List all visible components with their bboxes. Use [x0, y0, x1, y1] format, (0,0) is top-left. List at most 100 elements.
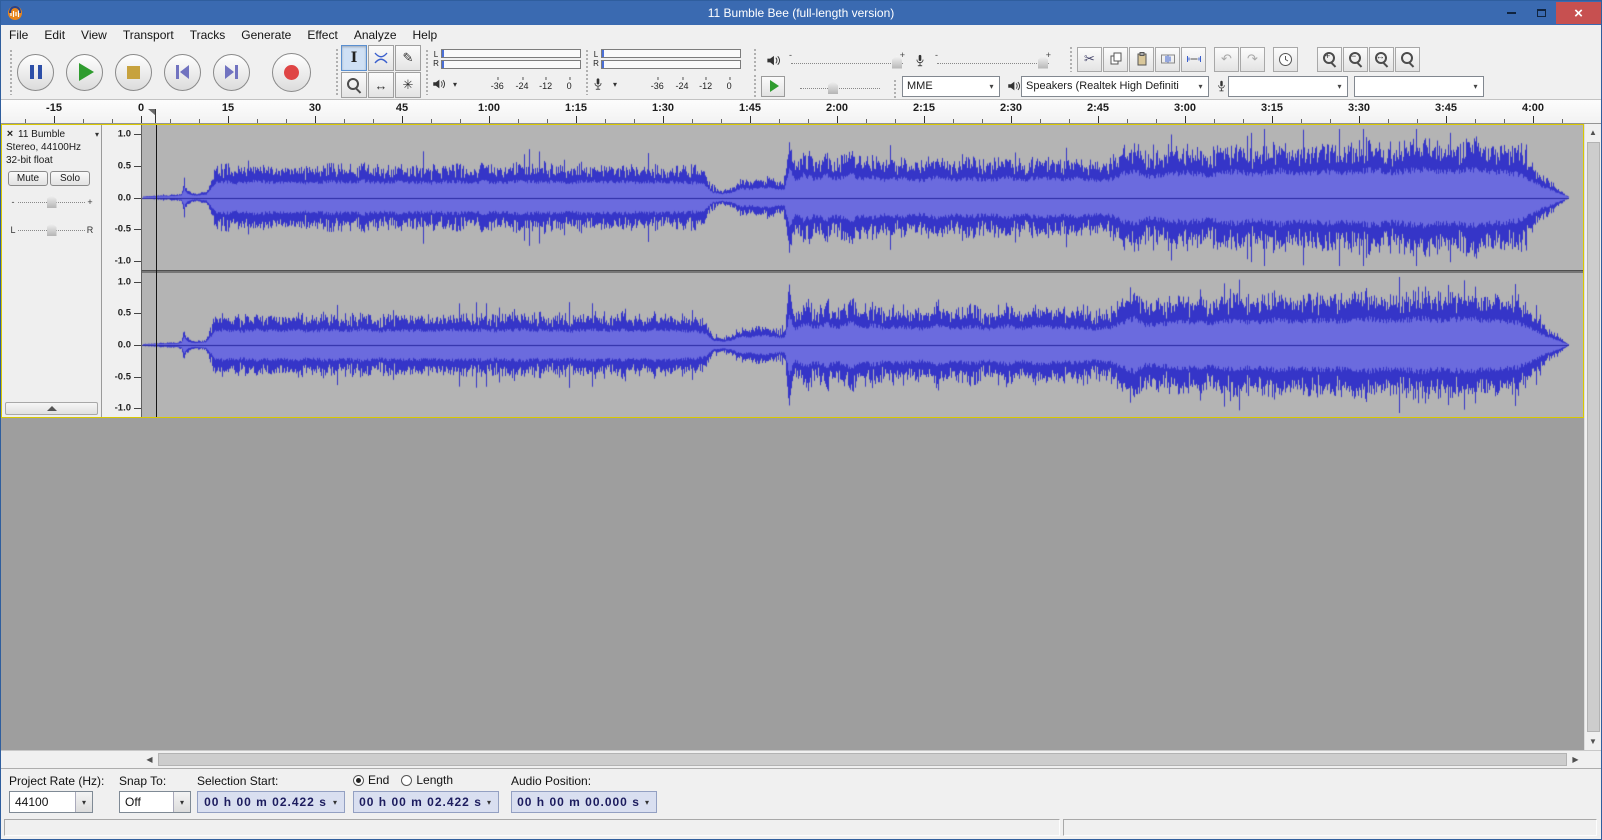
minimize-button[interactable] — [1496, 2, 1526, 24]
track-gain-slider[interactable]: - + — [8, 190, 95, 214]
play-button[interactable] — [66, 54, 103, 91]
toolbar-gripper[interactable] — [893, 79, 897, 99]
ruler-time-label: 15 — [222, 102, 234, 114]
output-volume-slider[interactable]: - + — [787, 50, 907, 72]
fit-project-button[interactable] — [1395, 47, 1420, 72]
cut-button[interactable]: ✂ — [1077, 47, 1102, 72]
length-radio[interactable] — [401, 775, 412, 786]
maximize-button[interactable] — [1526, 2, 1556, 24]
record-button[interactable] — [272, 53, 311, 92]
input-volume-slider[interactable]: - + — [933, 50, 1053, 72]
menu-tracks[interactable]: Tracks — [182, 27, 234, 43]
redo-button[interactable]: ↷ — [1240, 47, 1265, 72]
chevron-down-icon: ▾ — [984, 82, 999, 91]
menu-help[interactable]: Help — [405, 27, 446, 43]
scroll-up-button[interactable]: ▲ — [1585, 124, 1602, 141]
waveform-display[interactable] — [142, 125, 1583, 417]
menu-effect[interactable]: Effect — [299, 27, 345, 43]
track-bitdepth-label: 32-bit float — [2, 154, 101, 167]
vertical-ruler[interactable]: 1.00.50.0-0.5-1.01.00.50.0-0.5-1.0 — [102, 125, 142, 417]
ruler-major-tick — [1446, 116, 1447, 123]
skip-to-end-button[interactable] — [213, 54, 250, 91]
toolbar-gripper[interactable] — [335, 48, 339, 96]
timeshift-tool-button[interactable]: ↔ — [368, 72, 394, 98]
cut-icon: ✂ — [1084, 51, 1095, 67]
play-at-speed-button[interactable] — [761, 76, 785, 97]
vertical-scroll-thumb[interactable] — [1587, 142, 1600, 732]
snap-to-select[interactable]: Off ▾ — [119, 791, 191, 813]
selection-end-field[interactable]: 00 h 00 m 02.422 s ▾ — [353, 791, 499, 813]
input-device-select[interactable]: ▾ — [1228, 76, 1348, 97]
audio-position-field[interactable]: 00 h 00 m 00.000 s ▾ — [511, 791, 657, 813]
undo-button[interactable]: ↶ — [1214, 47, 1239, 72]
speed-knob[interactable] — [828, 81, 838, 94]
scroll-right-button[interactable]: ▶ — [1567, 751, 1584, 768]
draw-tool-button[interactable]: ✎ — [395, 45, 421, 71]
toolbar-gripper[interactable] — [585, 49, 589, 95]
chevron-down-icon: ▾ — [95, 130, 99, 139]
ruler-minor-tick — [1388, 119, 1389, 123]
toolbar-gripper[interactable] — [425, 49, 429, 95]
length-radio-label[interactable]: Length — [416, 773, 453, 787]
copy-button[interactable] — [1103, 47, 1128, 72]
timeline-ruler[interactable]: -1501530451:001:151:301:452:002:152:302:… — [1, 100, 1601, 124]
multitool-icon: ✳ — [403, 77, 414, 93]
solo-button[interactable]: Solo — [50, 171, 90, 186]
multi-tool-button[interactable]: ✳ — [395, 72, 421, 98]
selection-tool-button[interactable]: I — [341, 45, 367, 71]
menu-file[interactable]: File — [1, 27, 36, 43]
recording-meter[interactable]: LR ▾ -36 -24 -12 0 — [585, 46, 741, 98]
playback-meter[interactable]: LR ▾ -36 -24 -12 0 — [425, 46, 581, 98]
stop-button[interactable] — [115, 54, 152, 91]
scroll-down-button[interactable]: ▼ — [1585, 733, 1602, 750]
pan-knob[interactable] — [47, 223, 57, 236]
horizontal-scroll-thumb[interactable] — [158, 753, 1567, 766]
waveform-right-channel[interactable] — [142, 273, 1583, 417]
gain-plus-label: + — [85, 197, 95, 207]
toolbar-gripper[interactable] — [753, 74, 757, 98]
zoom-tool-button[interactable] — [341, 72, 367, 98]
menu-transport[interactable]: Transport — [115, 27, 182, 43]
pause-button[interactable] — [17, 54, 54, 91]
output-device-select[interactable]: Speakers (Realtek High Definiti ▾ — [1021, 76, 1209, 97]
selection-start-field[interactable]: 00 h 00 m 02.422 s ▾ — [197, 791, 345, 813]
track-close-button[interactable]: × — [4, 128, 16, 140]
waveform-left-channel[interactable] — [142, 125, 1583, 270]
menu-view[interactable]: View — [73, 27, 115, 43]
skip-to-start-button[interactable] — [164, 54, 201, 91]
silence-audio-button[interactable] — [1181, 47, 1206, 72]
playback-speed-slider[interactable] — [796, 75, 884, 97]
audio-host-select[interactable]: MME ▾ — [902, 76, 1000, 97]
project-rate-select[interactable]: 44100 ▾ — [9, 791, 93, 813]
input-channels-select[interactable]: ▾ — [1354, 76, 1484, 97]
end-radio-label[interactable]: End — [368, 773, 389, 787]
track-collapse-button[interactable] — [5, 402, 98, 415]
vertical-scrollbar[interactable]: ▲ ▼ — [1584, 124, 1601, 750]
menu-edit[interactable]: Edit — [36, 27, 73, 43]
end-radio[interactable] — [353, 775, 364, 786]
envelope-tool-button[interactable] — [368, 45, 394, 71]
toolbar-gripper[interactable] — [753, 48, 757, 73]
toolbar-gripper[interactable] — [9, 49, 13, 95]
zoom-in-button[interactable]: + — [1317, 47, 1342, 72]
status-message-area — [4, 819, 1060, 836]
track-pan-slider[interactable]: L R — [8, 218, 95, 242]
gain-knob[interactable] — [47, 195, 57, 208]
zoom-out-button[interactable]: − — [1343, 47, 1368, 72]
minus-label: - — [935, 50, 938, 60]
fit-selection-button[interactable]: ↔ — [1369, 47, 1394, 72]
trim-audio-button[interactable] — [1155, 47, 1180, 72]
sync-lock-button[interactable] — [1273, 47, 1298, 72]
menu-generate[interactable]: Generate — [233, 27, 299, 43]
vruler-tick — [134, 408, 141, 409]
close-button[interactable]: × — [1556, 2, 1601, 24]
toolbar-gripper[interactable] — [1069, 46, 1073, 72]
meter-menu-dropdown[interactable]: ▾ — [453, 80, 463, 89]
meter-menu-dropdown[interactable]: ▾ — [613, 80, 623, 89]
mute-button[interactable]: Mute — [8, 171, 48, 186]
menu-analyze[interactable]: Analyze — [346, 27, 405, 43]
scroll-left-button[interactable]: ◀ — [141, 751, 158, 768]
track-name-menu[interactable]: 11 Bumble ▾ — [18, 129, 99, 140]
paste-button[interactable] — [1129, 47, 1154, 72]
horizontal-scrollbar[interactable]: ◀ ▶ — [1, 750, 1601, 768]
